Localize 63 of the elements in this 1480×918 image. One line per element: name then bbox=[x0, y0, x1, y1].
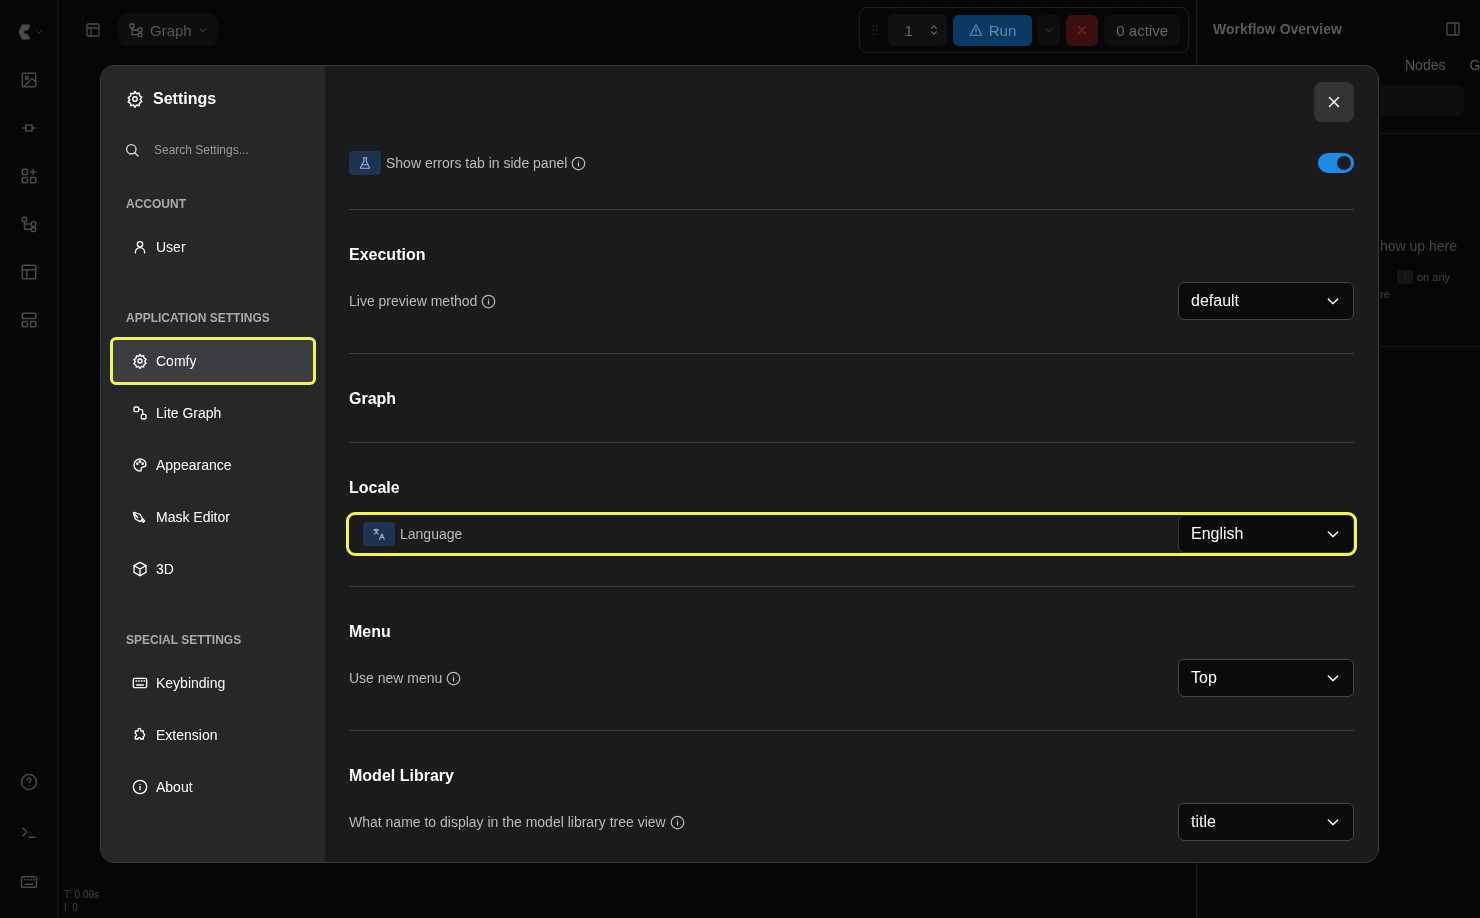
keyboard-icon bbox=[19, 873, 38, 891]
warning-icon bbox=[968, 23, 983, 37]
nav-heading: ACCOUNT bbox=[125, 197, 187, 211]
setting-label: Language bbox=[400, 526, 463, 542]
nodes-icon bbox=[132, 405, 148, 421]
setting-label: Live preview method bbox=[349, 293, 478, 309]
pen-icon bbox=[132, 509, 148, 525]
help-icon bbox=[19, 773, 38, 791]
tree-icon bbox=[19, 215, 38, 233]
section-title: Menu bbox=[349, 622, 392, 642]
close-button[interactable] bbox=[1314, 82, 1354, 122]
layout-icon bbox=[85, 22, 101, 38]
search-field[interactable] bbox=[1380, 86, 1464, 116]
chevron-down-icon bbox=[34, 28, 43, 36]
translate-icon bbox=[372, 527, 386, 541]
nav-item[interactable]: Appearance bbox=[110, 441, 316, 489]
gear-icon bbox=[126, 90, 144, 108]
section-title: Model Library bbox=[349, 766, 455, 786]
nav-item[interactable]: Extension bbox=[110, 711, 316, 759]
nav-item[interactable]: Keybinding bbox=[110, 659, 316, 707]
dialog-title: Settings bbox=[153, 90, 217, 108]
hint-text: on any bbox=[1417, 271, 1451, 283]
section-title: Graph bbox=[349, 389, 398, 409]
nav-item[interactable]: Lite Graph bbox=[110, 389, 316, 437]
setting-label: Use new menu bbox=[349, 670, 443, 686]
section-title: Locale bbox=[349, 478, 401, 498]
flask-icon bbox=[358, 156, 372, 170]
gear-icon bbox=[132, 353, 148, 369]
panel-icon bbox=[1445, 21, 1461, 37]
chevron-down-icon bbox=[197, 25, 208, 35]
setting-label: Show errors tab in side panel bbox=[386, 155, 568, 171]
nav-item[interactable]: 3D bbox=[110, 545, 316, 593]
search-icon bbox=[124, 142, 140, 158]
dropdown[interactable]: Top bbox=[1178, 659, 1354, 697]
dropdown[interactable]: English bbox=[1178, 515, 1354, 553]
image-icon bbox=[19, 71, 38, 89]
keyboard-icon bbox=[132, 675, 148, 691]
puzzle-icon bbox=[132, 727, 148, 743]
tree-icon bbox=[128, 22, 144, 38]
chevron-down-icon bbox=[1044, 25, 1055, 35]
nav-item[interactable]: Mask Editor bbox=[110, 493, 316, 541]
hint-text: how up here bbox=[1380, 238, 1458, 254]
toggle-switch[interactable] bbox=[1318, 153, 1354, 173]
setting-label: What name to display in the model library tree view bbox=[349, 814, 666, 830]
nav-heading: SPECIAL SETTINGS bbox=[125, 633, 243, 647]
dropdown[interactable]: title bbox=[1178, 803, 1354, 841]
palette-icon bbox=[132, 457, 148, 473]
nav-heading: APPLICATION SETTINGS bbox=[125, 311, 271, 325]
hint-text: re bbox=[1380, 288, 1390, 300]
search-field[interactable]: Search Settings... bbox=[154, 139, 304, 161]
section-title: Execution bbox=[349, 245, 427, 265]
dropdown[interactable]: default bbox=[1178, 282, 1354, 320]
nav-item[interactable]: Comfy bbox=[110, 337, 316, 385]
layout-icon bbox=[19, 263, 38, 281]
template-icon bbox=[19, 311, 38, 329]
user-icon bbox=[132, 239, 148, 255]
nav-item[interactable]: About bbox=[110, 763, 316, 811]
info-icon bbox=[132, 779, 148, 795]
cube-icon bbox=[132, 561, 148, 577]
cancel-button[interactable] bbox=[1066, 14, 1099, 46]
apps-icon bbox=[19, 167, 38, 185]
nav-item[interactable]: User bbox=[110, 223, 316, 271]
panel-title: Workflow Overview bbox=[1213, 21, 1342, 37]
